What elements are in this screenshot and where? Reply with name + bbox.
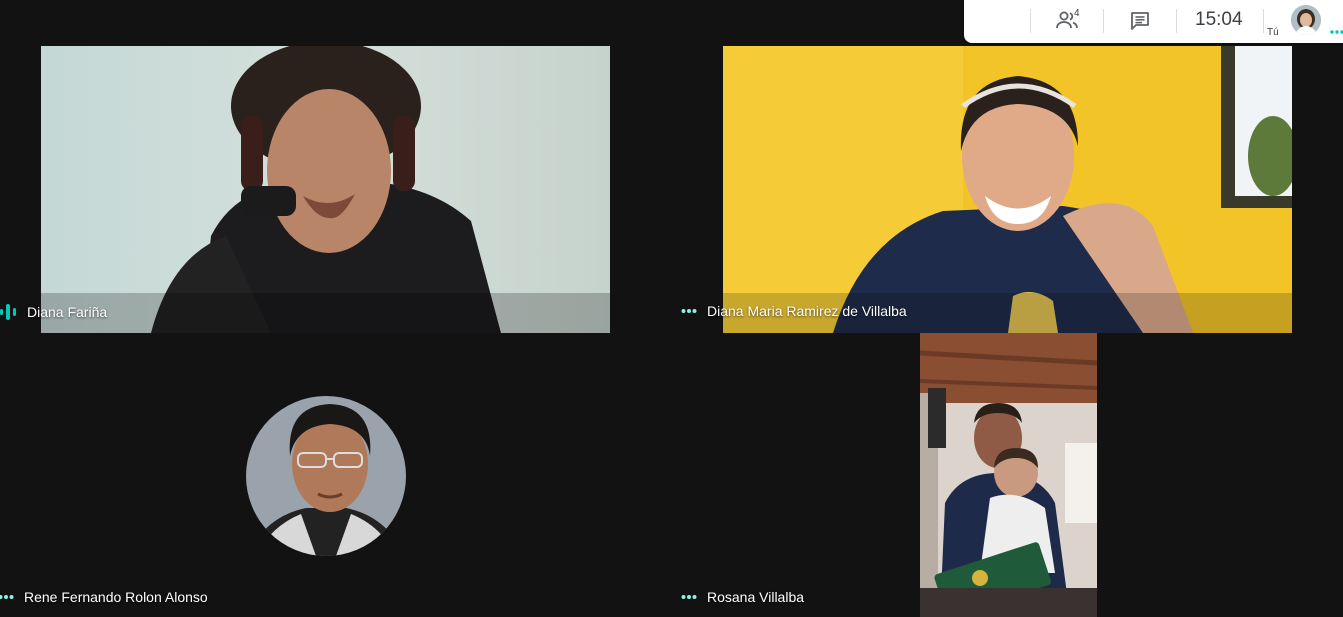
participant-tile[interactable] (723, 46, 1292, 333)
participant-avatar (246, 396, 406, 556)
self-label: Tú (1267, 27, 1279, 38)
participant-video (920, 333, 1097, 617)
participant-tile[interactable] (0, 333, 667, 617)
more-options-icon[interactable] (681, 594, 697, 600)
participant-name: Diana Fariña (27, 304, 108, 320)
participant-name-row: Rene Fernando Rolon Alonso (0, 589, 208, 605)
divider (1030, 9, 1031, 33)
chat-icon[interactable] (1129, 10, 1151, 32)
participant-count: 4 (1074, 8, 1080, 19)
audio-level-icon (0, 304, 16, 320)
more-options-icon[interactable] (681, 308, 697, 314)
participant-name-row: Diana Maria Ramirez de Villalba (681, 303, 907, 319)
participant-tile[interactable] (41, 46, 610, 333)
participant-video (723, 46, 1292, 333)
meeting-stage: 4 15:04 Tú Diana Fariña Diana Maria Rami… (0, 0, 1343, 617)
more-options-icon[interactable] (1330, 29, 1343, 35)
divider (1263, 9, 1264, 33)
more-options-icon[interactable] (0, 594, 14, 600)
self-avatar[interactable] (1291, 5, 1321, 35)
divider (1176, 9, 1177, 33)
participant-name: Rene Fernando Rolon Alonso (24, 589, 208, 605)
participant-name-row: Diana Fariña (0, 303, 107, 321)
meeting-info-bar: 4 15:04 Tú (964, 0, 1343, 43)
meeting-clock: 15:04 (1195, 9, 1243, 30)
participant-name: Diana Maria Ramirez de Villalba (707, 303, 907, 319)
participant-tile[interactable] (920, 333, 1097, 617)
divider (1103, 9, 1104, 33)
participant-video (41, 46, 610, 333)
participant-name-row: Rosana Villalba (681, 589, 804, 605)
participant-name: Rosana Villalba (707, 589, 805, 605)
